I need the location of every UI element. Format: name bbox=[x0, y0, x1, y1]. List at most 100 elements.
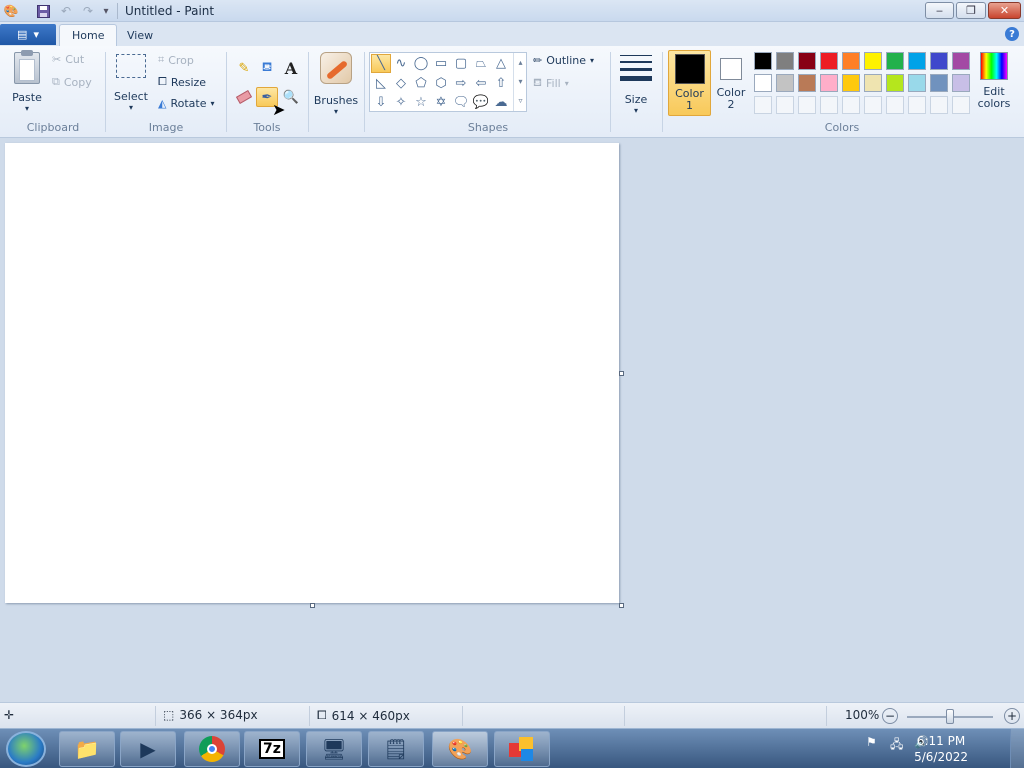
minimize-button[interactable]: ‒ bbox=[925, 2, 954, 19]
taskbar-app[interactable] bbox=[494, 731, 550, 767]
custom-color-slot[interactable] bbox=[842, 96, 860, 114]
custom-color-slot[interactable] bbox=[908, 96, 926, 114]
maximize-button[interactable]: ❐ bbox=[956, 2, 986, 19]
shape-rect-callout-icon[interactable]: 🗨 bbox=[451, 93, 471, 112]
action-center-icon[interactable]: ⚑ bbox=[866, 735, 877, 749]
color-swatch[interactable] bbox=[820, 74, 838, 92]
zoom-in-button[interactable]: + bbox=[1004, 708, 1020, 724]
resize-handle-right[interactable] bbox=[619, 371, 624, 376]
color-swatch[interactable] bbox=[842, 74, 860, 92]
custom-color-slot[interactable] bbox=[798, 96, 816, 114]
color-swatch[interactable] bbox=[908, 74, 926, 92]
color-swatch[interactable] bbox=[820, 52, 838, 70]
custom-color-slot[interactable] bbox=[820, 96, 838, 114]
canvas-workspace[interactable] bbox=[0, 138, 1024, 702]
taskbar-7zip[interactable]: 7z bbox=[244, 731, 300, 767]
shape-triangle-icon[interactable]: △ bbox=[491, 54, 511, 73]
taskbar-notepad[interactable]: 🗒 bbox=[368, 731, 424, 767]
shape-cloud-callout-icon[interactable]: ☁ bbox=[491, 93, 511, 112]
fill-button[interactable]: ⛾ Fill ▾ bbox=[533, 76, 569, 91]
zoom-slider-thumb[interactable] bbox=[946, 709, 954, 724]
network-icon[interactable]: 🖧 bbox=[890, 735, 903, 756]
edit-colors-button[interactable]: Edit colors bbox=[975, 52, 1013, 110]
shape-six-point-star-icon[interactable]: ✡ bbox=[431, 93, 451, 112]
select-button[interactable]: Select ▾ bbox=[112, 54, 150, 112]
paint-app-icon[interactable]: 🎨 bbox=[3, 3, 19, 19]
color-swatch[interactable] bbox=[776, 52, 794, 70]
custom-color-slot[interactable] bbox=[930, 96, 948, 114]
shape-right-triangle-icon[interactable]: ◺ bbox=[371, 74, 391, 93]
brushes-button[interactable]: Brushes ▾ bbox=[313, 52, 359, 116]
taskbar-clock[interactable]: 6:11 PM 5/6/2022 bbox=[914, 733, 968, 765]
shape-rectangle-icon[interactable]: ▭ bbox=[431, 54, 451, 73]
shape-up-arrow-icon[interactable]: ⇧ bbox=[491, 74, 511, 93]
close-button[interactable]: ✕ bbox=[988, 2, 1021, 19]
resize-button[interactable]: ⧠ Resize bbox=[158, 75, 206, 89]
taskbar-media-player[interactable]: ▶ bbox=[120, 731, 176, 767]
shape-polygon-icon[interactable]: ⏢ bbox=[471, 54, 491, 73]
start-button[interactable] bbox=[6, 731, 46, 767]
help-icon[interactable]: ? bbox=[1005, 27, 1019, 41]
color-swatch[interactable] bbox=[952, 52, 970, 70]
color-swatch[interactable] bbox=[754, 52, 772, 70]
color-swatch[interactable] bbox=[864, 74, 882, 92]
cut-button[interactable]: ✂ Cut bbox=[52, 53, 84, 66]
shape-curve-icon[interactable]: ∿ bbox=[391, 54, 411, 73]
shapes-scrollbar[interactable]: ▴ ▾ ▿ bbox=[513, 53, 527, 111]
shape-right-arrow-icon[interactable]: ⇨ bbox=[451, 74, 471, 93]
color-swatch[interactable] bbox=[908, 52, 926, 70]
shape-five-point-star-icon[interactable]: ☆ bbox=[411, 93, 431, 112]
outline-button[interactable]: ✏ Outline ▾ bbox=[533, 54, 594, 67]
shape-diamond-icon[interactable]: ◇ bbox=[391, 74, 411, 93]
shape-left-arrow-icon[interactable]: ⇦ bbox=[471, 74, 491, 93]
shape-oval-callout-icon[interactable]: 💬 bbox=[471, 93, 491, 112]
app-menu-button[interactable]: ▤ ▾ bbox=[0, 24, 56, 45]
eraser-icon[interactable] bbox=[233, 87, 255, 107]
resize-handle-bottom[interactable] bbox=[310, 603, 315, 608]
shape-pentagon-icon[interactable]: ⬠ bbox=[411, 74, 431, 93]
color2-button[interactable]: Color 2 bbox=[713, 50, 749, 116]
color-swatch[interactable] bbox=[864, 52, 882, 70]
shape-hexagon-icon[interactable]: ⬡ bbox=[431, 74, 451, 93]
zoom-out-button[interactable]: − bbox=[882, 708, 898, 724]
size-button[interactable]: Size ▾ bbox=[616, 52, 656, 115]
color-swatch[interactable] bbox=[842, 52, 860, 70]
custom-color-slot[interactable] bbox=[754, 96, 772, 114]
custom-color-slot[interactable] bbox=[776, 96, 794, 114]
show-desktop-button[interactable] bbox=[1010, 729, 1024, 768]
custom-color-slot[interactable] bbox=[886, 96, 904, 114]
save-icon[interactable] bbox=[35, 3, 51, 19]
color-swatch[interactable] bbox=[930, 74, 948, 92]
color-swatch[interactable] bbox=[886, 74, 904, 92]
color-swatch[interactable] bbox=[798, 52, 816, 70]
redo-icon[interactable]: ↷ bbox=[80, 3, 96, 19]
color-swatch[interactable] bbox=[754, 74, 772, 92]
text-tool-icon[interactable]: A bbox=[280, 58, 302, 78]
taskbar-editor[interactable]: 🖥 bbox=[306, 731, 362, 767]
taskbar-explorer[interactable]: 📁 bbox=[59, 731, 115, 767]
taskbar-chrome[interactable] bbox=[184, 731, 240, 767]
paste-button[interactable]: Paste ▾ bbox=[8, 50, 46, 113]
rotate-button[interactable]: ◭ Rotate ▾ bbox=[158, 97, 215, 110]
color-swatch[interactable] bbox=[886, 52, 904, 70]
undo-icon[interactable]: ↶ bbox=[58, 3, 74, 19]
color-swatch[interactable] bbox=[776, 74, 794, 92]
shape-four-point-star-icon[interactable]: ✧ bbox=[391, 93, 411, 112]
shape-line-icon[interactable]: ╲ bbox=[371, 54, 391, 73]
shape-down-arrow-icon[interactable]: ⇩ bbox=[371, 93, 391, 112]
pencil-icon[interactable]: ✎ bbox=[233, 58, 255, 78]
shape-rounded-rectangle-icon[interactable]: ▢ bbox=[451, 54, 471, 73]
taskbar-paint[interactable]: 🎨 bbox=[432, 731, 488, 767]
crop-button[interactable]: ⌗ Crop bbox=[158, 53, 194, 67]
color1-button[interactable]: Color 1 bbox=[668, 50, 711, 116]
fill-bucket-icon[interactable]: ⛾ bbox=[256, 58, 278, 78]
customize-quick-access-button[interactable]: ▾ bbox=[98, 3, 114, 19]
tab-view[interactable]: View bbox=[115, 24, 165, 46]
color-swatch[interactable] bbox=[952, 74, 970, 92]
copy-button[interactable]: ⧉ Copy bbox=[52, 75, 92, 89]
shape-oval-icon[interactable]: ◯ bbox=[411, 54, 431, 73]
color-swatch[interactable] bbox=[930, 52, 948, 70]
resize-handle-corner[interactable] bbox=[619, 603, 624, 608]
color-swatch[interactable] bbox=[798, 74, 816, 92]
drawing-canvas[interactable] bbox=[5, 143, 619, 603]
